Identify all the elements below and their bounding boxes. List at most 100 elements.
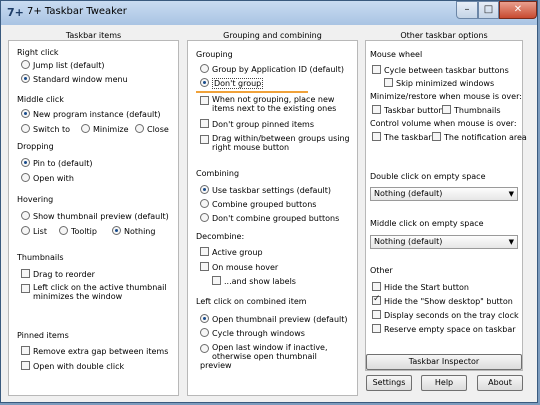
- grouping-column: Grouping and combining Grouping Group by…: [187, 26, 358, 396]
- checkbox-display-seconds[interactable]: Display seconds on the tray clock: [372, 310, 519, 321]
- section-title: Other: [370, 266, 393, 275]
- double-click-dropdown[interactable]: Nothing (default) ▼: [370, 187, 518, 201]
- maximize-button[interactable]: □: [478, 1, 499, 19]
- radio-group-by-app-id[interactable]: Group by Application ID (default): [200, 64, 344, 75]
- radio-open-last-window[interactable]: Open last window if inactive, otherwise …: [200, 343, 350, 370]
- checkbox-skip-minimized[interactable]: Skip minimized windows: [384, 78, 494, 89]
- radio-tooltip[interactable]: Tooltip: [59, 226, 97, 237]
- combining-section: Combining Use taskbar settings (default)…: [196, 169, 349, 229]
- radio-list[interactable]: List: [21, 226, 47, 237]
- radio-icon: [135, 124, 144, 133]
- checkbox-notification-area[interactable]: The notification area: [432, 132, 527, 143]
- checkbox-the-taskbar[interactable]: The taskbar: [372, 132, 432, 143]
- radio-checked-icon: [200, 78, 209, 87]
- radio-open-with[interactable]: Open with: [21, 173, 74, 184]
- checkbox-remove-gap[interactable]: Remove extra gap between items: [21, 346, 168, 357]
- radio-checked-icon: [21, 109, 30, 118]
- column-header: Other taskbar options: [400, 31, 488, 40]
- radio-dont-combine[interactable]: Don't combine grouped buttons: [200, 213, 339, 224]
- checkbox-left-click-minimizes[interactable]: Left click on the active thumbnail minim…: [21, 283, 171, 301]
- settings-button[interactable]: Settings: [366, 375, 412, 391]
- radio-use-taskbar-settings[interactable]: Use taskbar settings (default): [200, 185, 331, 196]
- checkbox-place-new-items[interactable]: When not grouping, place new items next …: [200, 95, 350, 113]
- focus-underline: [196, 91, 308, 93]
- radio-switch-to[interactable]: Switch to: [21, 124, 70, 135]
- radio-icon: [21, 60, 30, 69]
- client-area: Taskbar items Right click Jump list (def…: [8, 26, 531, 396]
- column-header: Taskbar items: [65, 31, 122, 40]
- checkbox-open-double-click[interactable]: Open with double click: [21, 361, 124, 372]
- column-frame: Mouse wheel Cycle between taskbar button…: [365, 40, 527, 371]
- checkbox-hide-show-desktop[interactable]: Hide the "Show desktop" button: [372, 294, 513, 307]
- middle-click-dropdown[interactable]: Nothing (default) ▼: [370, 235, 518, 249]
- radio-jump-list[interactable]: Jump list (default): [21, 60, 105, 71]
- radio-icon: [200, 344, 209, 353]
- radio-checked-icon: [112, 226, 121, 235]
- checkbox-on-mouse-hover[interactable]: On mouse hover: [200, 262, 278, 273]
- thumbnails-section: Thumbnails Drag to reorder Left click on…: [17, 253, 170, 313]
- close-button[interactable]: ✕: [499, 1, 537, 19]
- checkbox-reserve-space[interactable]: Reserve empty space on taskbar: [372, 324, 516, 335]
- checkbox-drag-reorder[interactable]: Drag to reorder: [21, 269, 95, 280]
- radio-dont-group[interactable]: Don't group: [200, 78, 264, 89]
- minimize-restore-label: Minimize/restore when mouse is over:: [370, 92, 522, 101]
- title-bar[interactable]: 7+ 7+ Taskbar Tweaker – □ ✕: [1, 1, 537, 25]
- window-title: 7+ Taskbar Tweaker: [27, 6, 127, 17]
- checkbox-icon: [21, 361, 30, 370]
- checkbox-icon: [200, 135, 209, 144]
- middle-click-empty-section: Middle click on empty space Nothing (def…: [370, 219, 518, 259]
- section-title: Thumbnails: [17, 253, 64, 262]
- checkbox-taskbar-buttons[interactable]: Taskbar buttons: [372, 105, 448, 116]
- radio-icon: [200, 199, 209, 208]
- radio-open-thumbnail[interactable]: Open thumbnail preview (default): [200, 314, 348, 325]
- checkbox-drag-right-mouse[interactable]: Drag within/between groups using right m…: [200, 134, 350, 152]
- section-title: Left click on combined item: [196, 297, 307, 306]
- section-title: Combining: [196, 169, 240, 178]
- app-icon: 7+: [7, 6, 24, 19]
- radio-standard-window-menu[interactable]: Standard window menu: [21, 74, 128, 85]
- other-options-column: Other taskbar options Mouse wheel Cycle …: [365, 26, 527, 371]
- checkbox-dont-group-pinned[interactable]: Don't group pinned items: [200, 119, 314, 130]
- radio-combine-grouped[interactable]: Combine grouped buttons: [200, 199, 316, 210]
- help-button[interactable]: Help: [421, 375, 467, 391]
- radio-show-thumbnail[interactable]: Show thumbnail preview (default): [21, 211, 169, 222]
- radio-minimize[interactable]: Minimize: [81, 124, 129, 135]
- checkbox-icon: [372, 310, 381, 319]
- radio-checked-icon: [21, 158, 30, 167]
- checkbox-icon: [372, 132, 381, 141]
- checkbox-icon: [372, 282, 381, 291]
- chevron-down-icon: ▼: [508, 238, 514, 246]
- hovering-section: Hovering Show thumbnail preview (default…: [17, 195, 170, 245]
- checkbox-hide-start[interactable]: Hide the Start button: [372, 282, 469, 293]
- taskbar-inspector-button[interactable]: Taskbar Inspector: [366, 354, 522, 370]
- section-title: Pinned items: [17, 331, 69, 340]
- radio-icon: [21, 211, 30, 220]
- checkbox-icon: [442, 105, 451, 114]
- radio-icon: [21, 173, 30, 182]
- double-click-section: Double click on empty space Nothing (def…: [370, 172, 518, 212]
- checkbox-thumbnails[interactable]: Thumbnails: [442, 105, 500, 116]
- checkbox-icon: [200, 247, 209, 256]
- radio-icon: [21, 226, 30, 235]
- radio-close[interactable]: Close: [135, 124, 169, 135]
- section-title: Double click on empty space: [370, 172, 486, 181]
- section-title: Right click: [17, 48, 59, 57]
- radio-new-instance[interactable]: New program instance (default): [21, 109, 161, 120]
- checkbox-icon: [200, 119, 209, 128]
- mouse-wheel-section: Mouse wheel Cycle between taskbar button…: [370, 50, 527, 165]
- checkbox-cycle-buttons[interactable]: Cycle between taskbar buttons: [372, 65, 509, 76]
- about-button[interactable]: About: [477, 375, 523, 391]
- radio-nothing[interactable]: Nothing: [112, 226, 155, 237]
- section-title: Mouse wheel: [370, 50, 423, 59]
- checkbox-show-labels[interactable]: ...and show labels: [212, 276, 296, 287]
- radio-icon: [200, 213, 209, 222]
- section-title: Grouping: [196, 50, 233, 59]
- checkbox-icon: [372, 105, 381, 114]
- radio-pin-to[interactable]: Pin to (default): [21, 158, 92, 169]
- checkbox-icon: [372, 324, 381, 333]
- radio-cycle-windows[interactable]: Cycle through windows: [200, 328, 305, 339]
- checkbox-icon: [432, 132, 441, 141]
- checkbox-active-group[interactable]: Active group: [200, 247, 263, 258]
- minimize-button[interactable]: –: [456, 1, 478, 19]
- checkbox-icon: [212, 276, 221, 285]
